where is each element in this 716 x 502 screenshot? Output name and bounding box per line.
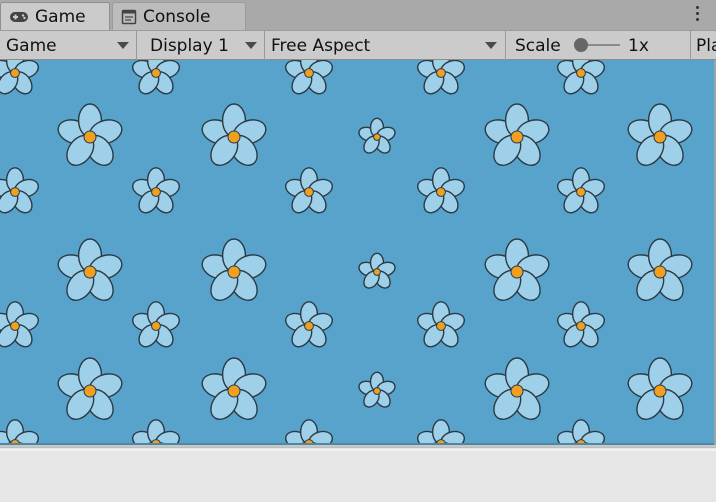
flower-icon bbox=[131, 60, 181, 95]
view-dropdown[interactable]: Game bbox=[0, 31, 136, 60]
flower-icon bbox=[556, 301, 606, 348]
flower-icon bbox=[131, 167, 181, 214]
view-dropdown-label: Game bbox=[6, 35, 57, 56]
console-icon bbox=[121, 9, 137, 24]
flower-icon bbox=[0, 60, 40, 95]
flower-icon bbox=[484, 103, 550, 166]
aspect-dropdown[interactable]: Free Aspect bbox=[265, 31, 505, 60]
flower-icon bbox=[284, 60, 334, 95]
game-view[interactable] bbox=[0, 60, 714, 445]
chevron-down-icon bbox=[485, 42, 497, 49]
flower-icon bbox=[0, 419, 40, 443]
flower-icon bbox=[0, 167, 40, 214]
flower-icon bbox=[57, 357, 123, 420]
aspect-dropdown-label: Free Aspect bbox=[271, 35, 371, 56]
flower-icon bbox=[358, 117, 396, 154]
chevron-down-icon bbox=[245, 42, 257, 49]
flower-icon bbox=[131, 419, 181, 443]
flower-icon bbox=[627, 357, 693, 420]
flower-icon bbox=[358, 371, 396, 408]
gamepad-icon bbox=[10, 11, 28, 22]
flower-icon bbox=[484, 238, 550, 301]
flower-icon bbox=[416, 167, 466, 214]
play-focused-dropdown[interactable]: Pla bbox=[691, 31, 716, 60]
display-dropdown[interactable]: Display 1 bbox=[137, 31, 264, 60]
flower-icon bbox=[416, 419, 466, 443]
flower-icon bbox=[416, 60, 466, 95]
flower-icon bbox=[556, 60, 606, 95]
flower-icon bbox=[484, 357, 550, 420]
scale-label: Scale bbox=[515, 35, 561, 56]
flower-icon bbox=[627, 103, 693, 166]
bottom-panel bbox=[0, 447, 716, 502]
flower-icon bbox=[201, 103, 267, 166]
flower-icon bbox=[284, 301, 334, 348]
tab-bar: Game Console bbox=[0, 0, 716, 30]
flower-icon bbox=[284, 167, 334, 214]
play-dropdown-label: Pla bbox=[696, 35, 716, 56]
flower-icon bbox=[57, 103, 123, 166]
tab-game[interactable]: Game bbox=[0, 2, 110, 30]
flower-icon bbox=[416, 301, 466, 348]
display-dropdown-label: Display 1 bbox=[150, 35, 229, 56]
flower-icon bbox=[284, 419, 334, 443]
flower-icon bbox=[201, 238, 267, 301]
chevron-down-icon bbox=[117, 42, 129, 49]
flower-pattern bbox=[0, 60, 693, 443]
more-options-icon[interactable] bbox=[696, 6, 700, 22]
flower-icon bbox=[556, 419, 606, 443]
flower-icon bbox=[131, 301, 181, 348]
scale-value: 1x bbox=[628, 35, 649, 56]
tab-game-label: Game bbox=[35, 6, 86, 27]
tab-console-label: Console bbox=[143, 6, 211, 27]
flower-icon bbox=[201, 357, 267, 420]
tab-console[interactable]: Console bbox=[112, 2, 246, 30]
flower-icon bbox=[358, 252, 396, 289]
scale-slider-handle[interactable] bbox=[574, 38, 588, 52]
flower-icon bbox=[57, 238, 123, 301]
flower-icon bbox=[556, 167, 606, 214]
flower-icon bbox=[0, 301, 40, 348]
flower-icon bbox=[627, 238, 693, 301]
